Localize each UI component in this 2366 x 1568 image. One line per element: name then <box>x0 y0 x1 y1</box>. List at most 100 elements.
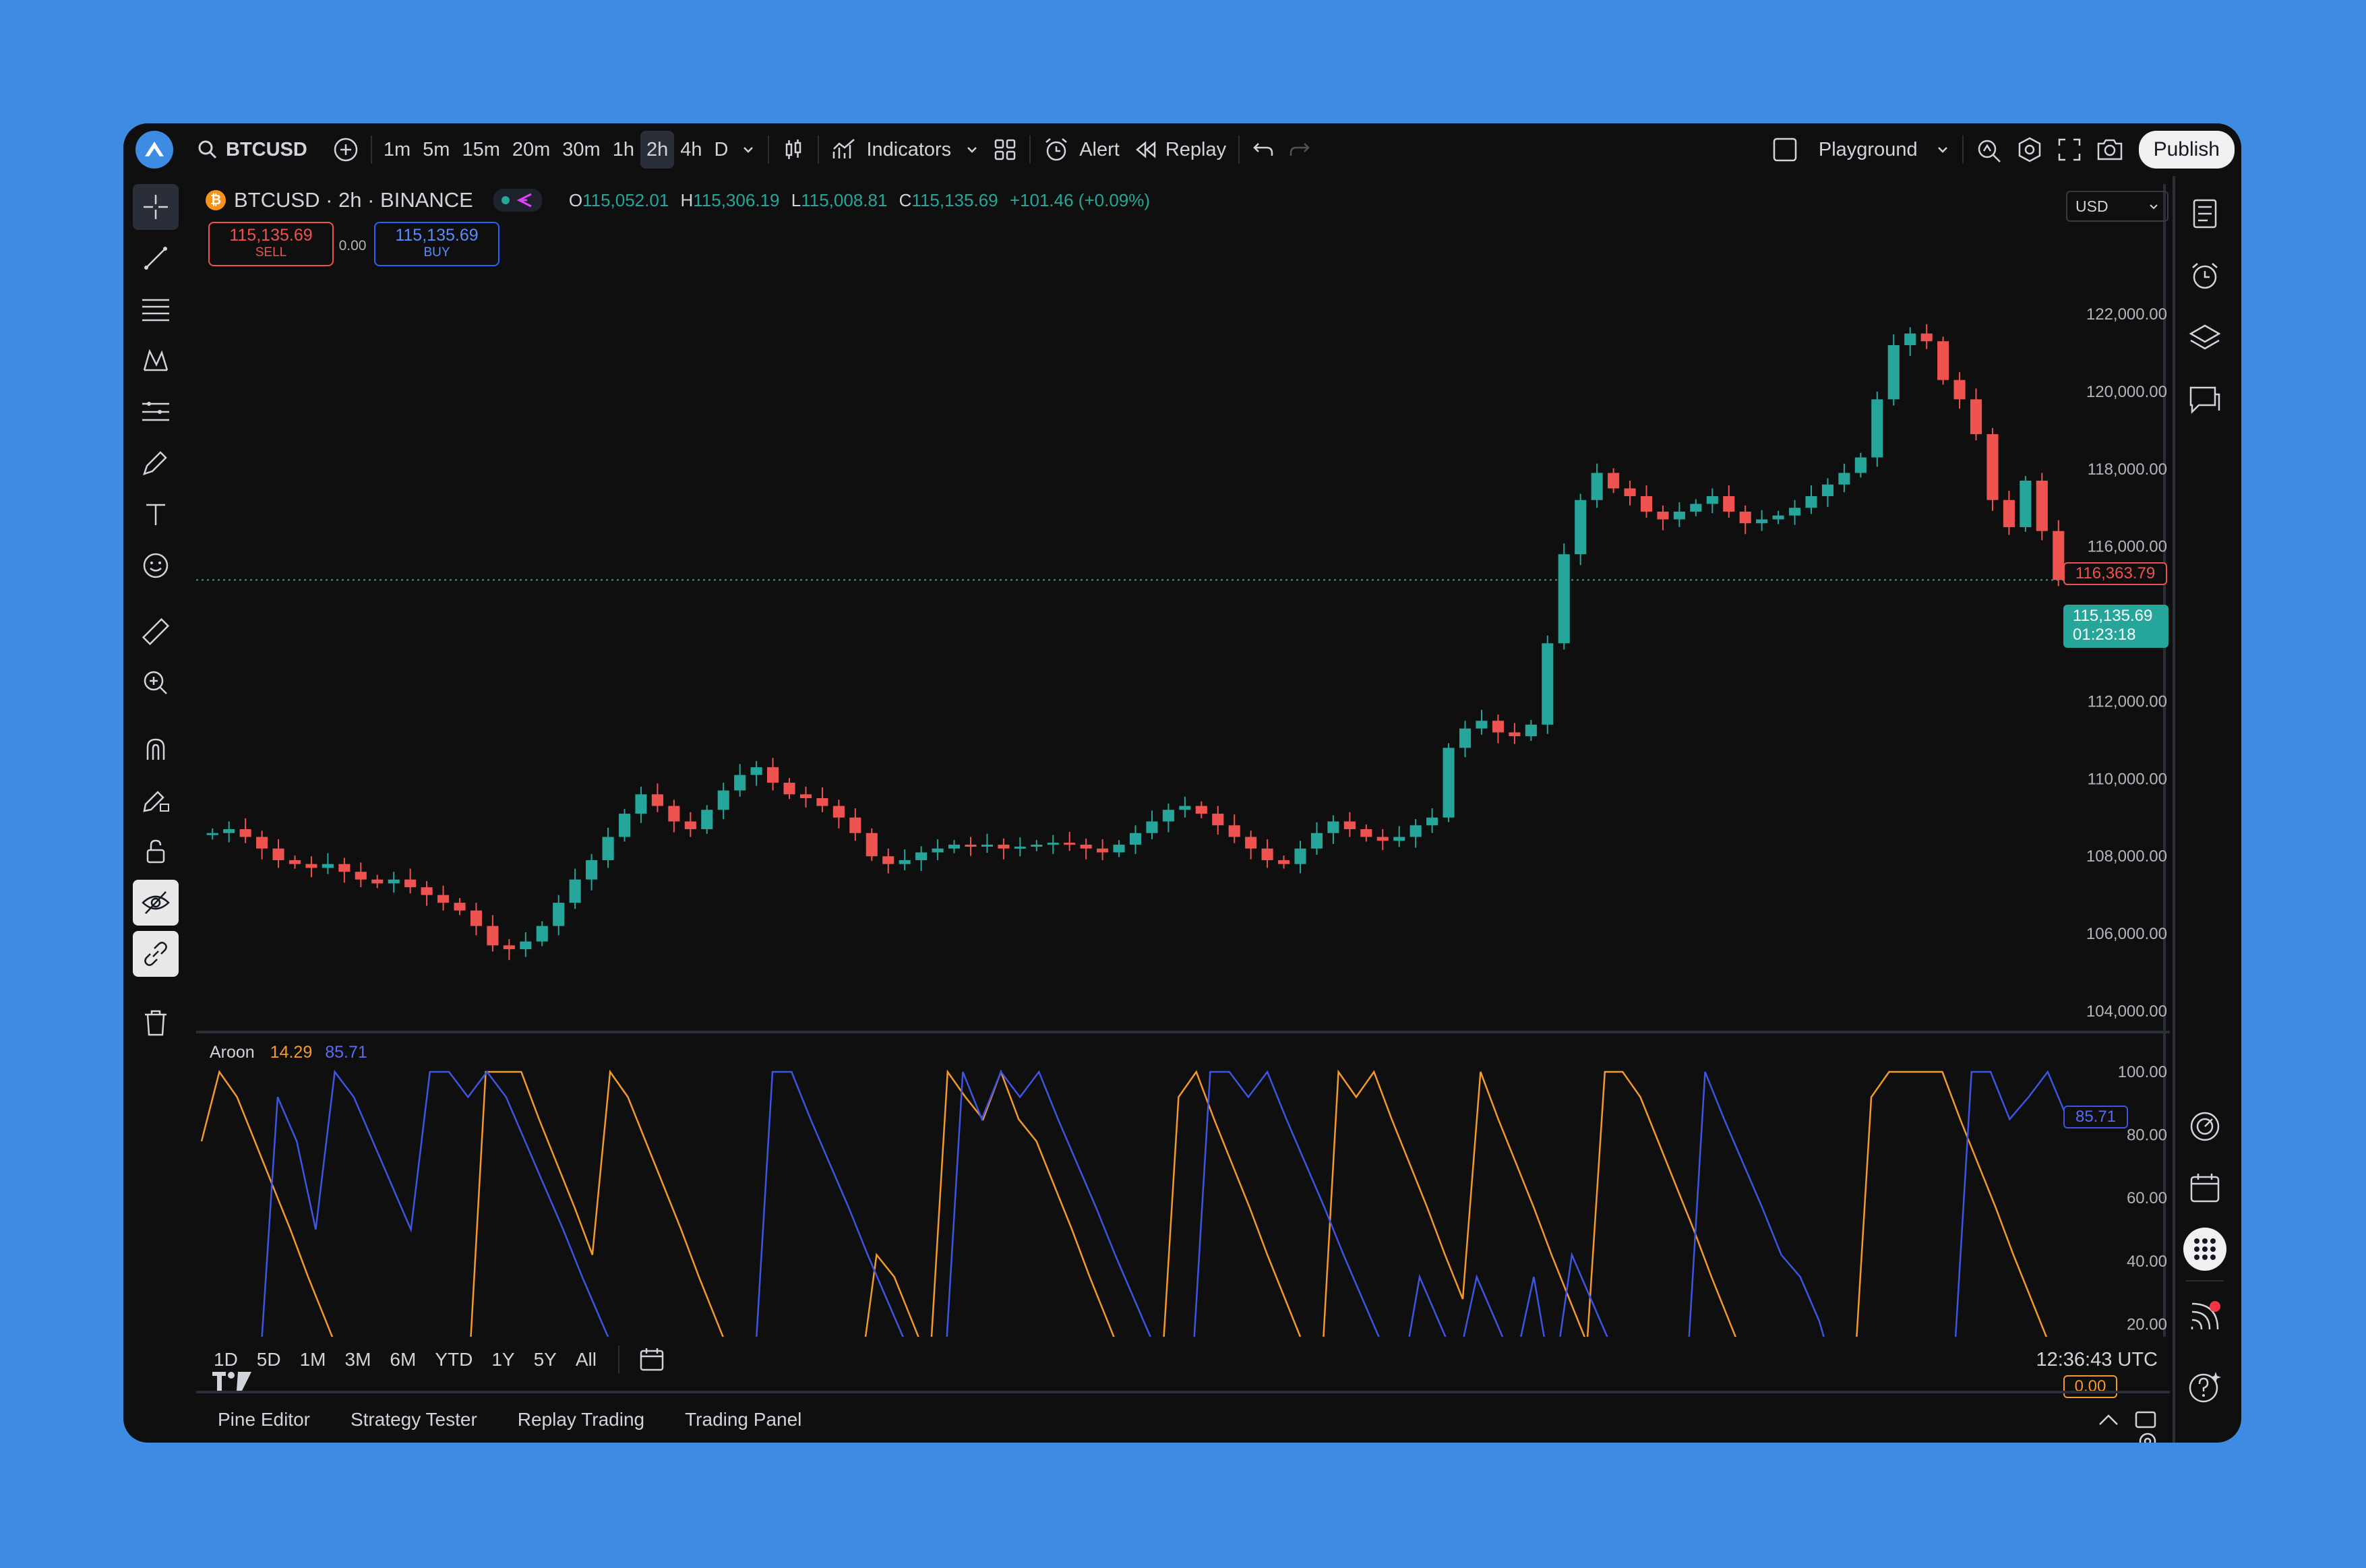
maximize-panel-button[interactable] <box>2127 1401 2164 1439</box>
magnet-tool[interactable] <box>133 726 179 772</box>
sell-button[interactable]: 115,135.69 SELL <box>208 222 334 266</box>
lock-tool[interactable] <box>133 828 179 874</box>
drawing-mode-tool[interactable] <box>133 777 179 823</box>
interval-2h[interactable]: 2h <box>640 131 675 169</box>
candle-body <box>404 879 417 888</box>
app-window: BTCUSD 1m 5m 15m 20m 30m 1h 2h 4h D Indicators A… <box>123 123 2241 1443</box>
brush-tool[interactable] <box>133 440 179 486</box>
trend-line-tool[interactable] <box>133 235 179 281</box>
interval-list: 1m 5m 15m 20m 30m 1h 2h 4h D <box>377 131 735 169</box>
interval-1m[interactable]: 1m <box>377 131 417 169</box>
alert-button[interactable]: Alert <box>1036 131 1126 169</box>
indicators-button[interactable]: Indicators <box>824 131 958 169</box>
range-all[interactable]: All <box>566 1341 606 1379</box>
undo-button[interactable] <box>1245 131 1281 169</box>
candle-body <box>1640 495 1653 512</box>
market-status-badge[interactable] <box>493 189 542 212</box>
redo-button[interactable] <box>1281 131 1318 169</box>
expand-panel-button[interactable] <box>2090 1401 2127 1439</box>
prediction-tool[interactable] <box>133 389 179 435</box>
replay-button[interactable]: Replay <box>1126 131 1233 169</box>
remove-drawings-tool[interactable] <box>133 1000 179 1046</box>
bottom-tab-replay-trading[interactable]: Replay Trading <box>518 1409 644 1430</box>
crosshair-tool[interactable] <box>133 184 179 230</box>
dom-button[interactable] <box>2182 1104 2228 1149</box>
emoji-tool[interactable] <box>133 543 179 589</box>
measure-tool[interactable] <box>133 609 179 655</box>
candle-body <box>322 864 334 868</box>
products-button[interactable] <box>2182 1226 2228 1272</box>
text-tool[interactable] <box>133 491 179 537</box>
currency-selector[interactable]: USD <box>2066 191 2168 222</box>
help-button[interactable] <box>2182 1364 2228 1410</box>
alerts-button[interactable] <box>2182 253 2228 299</box>
compare-symbol-button[interactable] <box>326 131 365 169</box>
goto-date-button[interactable] <box>632 1341 672 1379</box>
fullscreen-button[interactable] <box>2050 131 2089 169</box>
symbol-search[interactable]: BTCUSD <box>191 131 314 169</box>
range-5d[interactable]: 5D <box>247 1341 291 1379</box>
publish-button[interactable]: Publish <box>2138 131 2235 169</box>
bottom-tab-strategy-tester[interactable]: Strategy Tester <box>351 1409 477 1430</box>
range-1y[interactable]: 1Y <box>482 1341 524 1379</box>
settings-button[interactable] <box>2009 131 2050 169</box>
sync-drawings-tool[interactable] <box>133 931 179 977</box>
price-tick-label: 108,000.00 <box>2086 847 2167 866</box>
candle-body <box>1459 728 1472 748</box>
range-5y[interactable]: 5Y <box>524 1341 566 1379</box>
indicators-dropdown[interactable] <box>958 131 986 169</box>
fib-tool[interactable] <box>133 287 179 332</box>
interval-4h[interactable]: 4h <box>674 131 708 169</box>
hide-drawings-tool[interactable] <box>133 880 179 926</box>
calendar-button[interactable] <box>2182 1166 2228 1211</box>
interval-30m[interactable]: 30m <box>556 131 606 169</box>
chart-canvas[interactable]: 122,000.00 120,000.00 118,000.00 116,000.00… <box>196 184 2170 1337</box>
candle-body <box>223 829 235 833</box>
snapshot-button[interactable] <box>2089 131 2131 169</box>
range-1d[interactable]: 1D <box>204 1341 247 1379</box>
low-label: L <box>791 189 801 210</box>
candle-body <box>1904 333 1916 345</box>
undo-icon <box>1253 143 1273 156</box>
buy-button[interactable]: 115,135.69 BUY <box>374 222 499 266</box>
chart-type-button[interactable] <box>775 131 812 169</box>
indicator-axis[interactable]: 100.00 80.00 60.00 40.00 20.00 <box>2118 1063 2167 1333</box>
chart-area[interactable]: 122,000.00 120,000.00 118,000.00 116,000.00… <box>196 184 2170 1443</box>
price-axis[interactable]: 122,000.00 120,000.00 118,000.00 116,000.00… <box>2086 305 2167 1021</box>
templates-button[interactable] <box>986 131 1024 169</box>
candle-body <box>998 844 1010 849</box>
low-value: 115,008.81 <box>801 189 888 210</box>
chats-button[interactable] <box>2182 377 2228 423</box>
range-3m[interactable]: 3M <box>336 1341 381 1379</box>
quick-search-button[interactable] <box>1969 131 2009 169</box>
range-6m[interactable]: 6M <box>380 1341 425 1379</box>
bottom-tab-pine-editor[interactable]: Pine Editor <box>218 1409 310 1430</box>
interval-20m[interactable]: 20m <box>506 131 556 169</box>
candle-body <box>1064 843 1076 845</box>
symbol-title[interactable]: BTCUSD · 2h · BINANCE <box>234 188 473 212</box>
candle-body <box>1228 825 1240 837</box>
tradingview-logo[interactable] <box>135 131 173 169</box>
range-1m[interactable]: 1M <box>291 1341 336 1379</box>
candle-body <box>618 814 631 837</box>
aroon-legend[interactable]: Aroon 14.29 85.71 <box>210 1043 367 1062</box>
interval-d[interactable]: D <box>708 131 735 169</box>
object-tree-button[interactable] <box>2182 315 2228 361</box>
zoom-tool[interactable] <box>133 660 179 706</box>
interval-5m[interactable]: 5m <box>417 131 456 169</box>
pattern-tool[interactable] <box>133 338 179 384</box>
layout-selector[interactable]: Playground <box>1765 131 1957 169</box>
candle-body <box>256 837 268 849</box>
interval-dropdown[interactable] <box>734 131 762 169</box>
notifications-button[interactable] <box>2182 1294 2228 1339</box>
candle-body <box>1476 721 1488 729</box>
interval-1h[interactable]: 1h <box>607 131 640 169</box>
interval-15m[interactable]: 15m <box>456 131 506 169</box>
bottom-tab-trading-panel[interactable]: Trading Panel <box>685 1409 801 1430</box>
watchlist-button[interactable] <box>2182 191 2228 237</box>
candle-body <box>2053 531 2065 580</box>
range-ytd[interactable]: YTD <box>425 1341 482 1379</box>
window-icon <box>2135 1411 2156 1428</box>
utc-clock[interactable]: 12:36:43 UTC <box>2036 1349 2158 1371</box>
calendar-range-icon <box>640 1348 664 1371</box>
